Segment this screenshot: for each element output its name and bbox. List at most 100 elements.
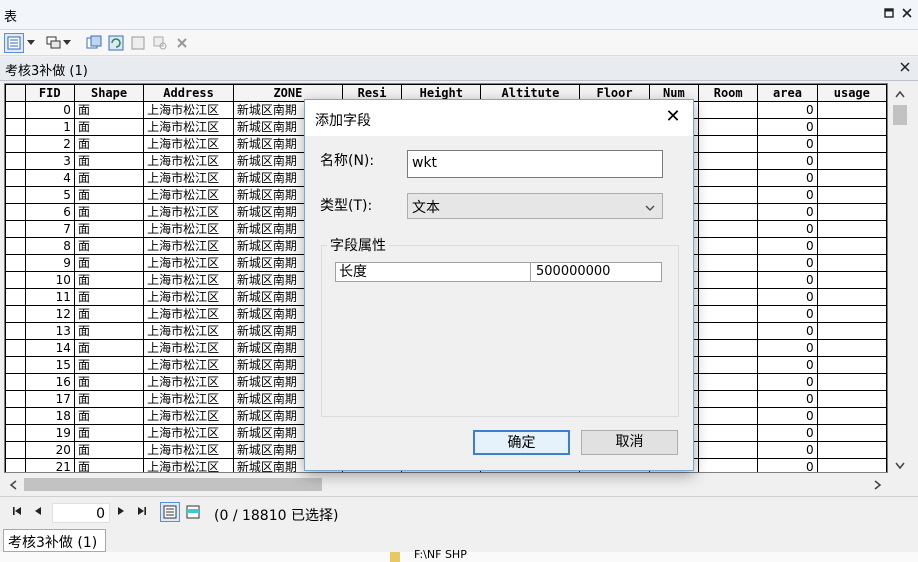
cell-area[interactable]: 0 [757, 322, 818, 340]
cell-address[interactable]: 上海市松江区 [143, 152, 234, 170]
cell-usage[interactable] [816, 220, 887, 238]
cell-shape[interactable]: 面 [73, 135, 145, 153]
row-selector[interactable] [5, 118, 26, 136]
cell-room[interactable] [698, 373, 759, 391]
cell-room[interactable] [698, 203, 759, 221]
show-all-records-icon[interactable] [160, 502, 180, 522]
column-header[interactable]: Address [143, 84, 234, 102]
cell-area[interactable]: 0 [757, 424, 818, 442]
dropdown-arrow-icon[interactable] [25, 33, 37, 53]
property-value-input[interactable]: 500000000 [533, 263, 661, 281]
cell-usage[interactable] [816, 203, 887, 221]
field-type-select[interactable]: 文本 [407, 193, 663, 219]
column-header[interactable]: FID [24, 84, 75, 102]
cell-room[interactable] [698, 322, 759, 340]
column-header[interactable]: usage [816, 84, 887, 102]
cell-fid[interactable]: 20 [24, 441, 75, 459]
scroll-up-icon[interactable] [895, 87, 905, 101]
cell-area[interactable]: 0 [757, 101, 818, 119]
cell-address[interactable]: 上海市松江区 [143, 169, 234, 187]
cell-fid[interactable]: 3 [24, 152, 75, 170]
cell-usage[interactable] [816, 458, 887, 472]
row-selector[interactable] [5, 101, 26, 119]
cell-shape[interactable]: 面 [73, 441, 145, 459]
cell-shape[interactable]: 面 [73, 424, 145, 442]
cell-room[interactable] [698, 288, 759, 306]
cell-area[interactable]: 0 [757, 271, 818, 289]
cell-shape[interactable]: 面 [73, 101, 145, 119]
cell-shape[interactable]: 面 [73, 288, 145, 306]
cell-fid[interactable]: 8 [24, 237, 75, 255]
cell-fid[interactable]: 19 [24, 424, 75, 442]
next-record-icon[interactable] [117, 506, 125, 519]
cell-area[interactable]: 0 [757, 458, 818, 472]
cell-usage[interactable] [816, 390, 887, 408]
cell-shape[interactable]: 面 [73, 390, 145, 408]
horizontal-scrollbar[interactable] [4, 474, 890, 494]
cell-fid[interactable]: 2 [24, 135, 75, 153]
cell-area[interactable]: 0 [757, 305, 818, 323]
clear-selection-icon[interactable] [128, 33, 148, 53]
cell-address[interactable]: 上海市松江区 [143, 390, 234, 408]
cell-shape[interactable]: 面 [73, 254, 145, 272]
cell-address[interactable]: 上海市松江区 [143, 101, 234, 119]
last-record-icon[interactable] [137, 506, 147, 519]
row-selector[interactable] [5, 135, 26, 153]
cell-area[interactable]: 0 [757, 441, 818, 459]
close-table-icon[interactable] [899, 61, 911, 76]
cell-address[interactable]: 上海市松江区 [143, 322, 234, 340]
cell-shape[interactable]: 面 [73, 322, 145, 340]
cell-fid[interactable]: 9 [24, 254, 75, 272]
row-selector[interactable] [5, 186, 26, 204]
cell-room[interactable] [698, 220, 759, 238]
cell-fid[interactable]: 1 [24, 118, 75, 136]
cell-usage[interactable] [816, 101, 887, 119]
cell-room[interactable] [698, 169, 759, 187]
cell-shape[interactable]: 面 [73, 118, 145, 136]
row-selector[interactable] [5, 356, 26, 374]
row-selector[interactable] [5, 407, 26, 425]
table-tab-title[interactable]: 考核3补做 (1) [5, 60, 88, 79]
cell-room[interactable] [698, 424, 759, 442]
switch-selection-icon[interactable] [106, 33, 126, 53]
row-selector[interactable] [5, 237, 26, 255]
cell-room[interactable] [698, 186, 759, 204]
cell-address[interactable]: 上海市松江区 [143, 339, 234, 357]
row-selector[interactable] [5, 339, 26, 357]
cell-fid[interactable]: 15 [24, 356, 75, 374]
cell-fid[interactable]: 4 [24, 169, 75, 187]
cell-shape[interactable]: 面 [73, 373, 145, 391]
cell-shape[interactable]: 面 [73, 220, 145, 238]
cell-address[interactable]: 上海市松江区 [143, 373, 234, 391]
cell-room[interactable] [698, 458, 759, 472]
cell-shape[interactable]: 面 [73, 458, 145, 472]
cell-usage[interactable] [816, 288, 887, 306]
cell-address[interactable]: 上海市松江区 [143, 424, 234, 442]
cell-address[interactable]: 上海市松江区 [143, 441, 234, 459]
field-name-input[interactable]: wkt [407, 150, 663, 178]
row-selector[interactable] [5, 424, 26, 442]
cell-usage[interactable] [816, 373, 887, 391]
vertical-scroll-thumb[interactable] [893, 105, 907, 125]
row-selector[interactable] [5, 169, 26, 187]
cell-fid[interactable]: 13 [24, 322, 75, 340]
scroll-down-icon[interactable] [895, 459, 905, 473]
delete-selected-icon[interactable] [172, 33, 192, 53]
previous-record-icon[interactable] [34, 506, 42, 519]
cell-room[interactable] [698, 152, 759, 170]
row-selector[interactable] [5, 441, 26, 459]
horizontal-scroll-thumb[interactable] [24, 478, 322, 491]
show-selected-records-icon[interactable] [184, 502, 202, 522]
cell-room[interactable] [698, 271, 759, 289]
bottom-table-tab[interactable]: 考核3补做 (1) [3, 529, 106, 552]
cell-fid[interactable]: 11 [24, 288, 75, 306]
cell-address[interactable]: 上海市松江区 [143, 118, 234, 136]
cell-address[interactable]: 上海市松江区 [143, 288, 234, 306]
related-tables-icon[interactable] [44, 33, 64, 53]
restore-icon[interactable] [882, 7, 896, 21]
current-record-field[interactable]: 0 [52, 503, 110, 523]
cell-fid[interactable]: 5 [24, 186, 75, 204]
row-selector[interactable] [5, 220, 26, 238]
cell-usage[interactable] [816, 169, 887, 187]
scroll-right-icon[interactable] [874, 479, 882, 493]
